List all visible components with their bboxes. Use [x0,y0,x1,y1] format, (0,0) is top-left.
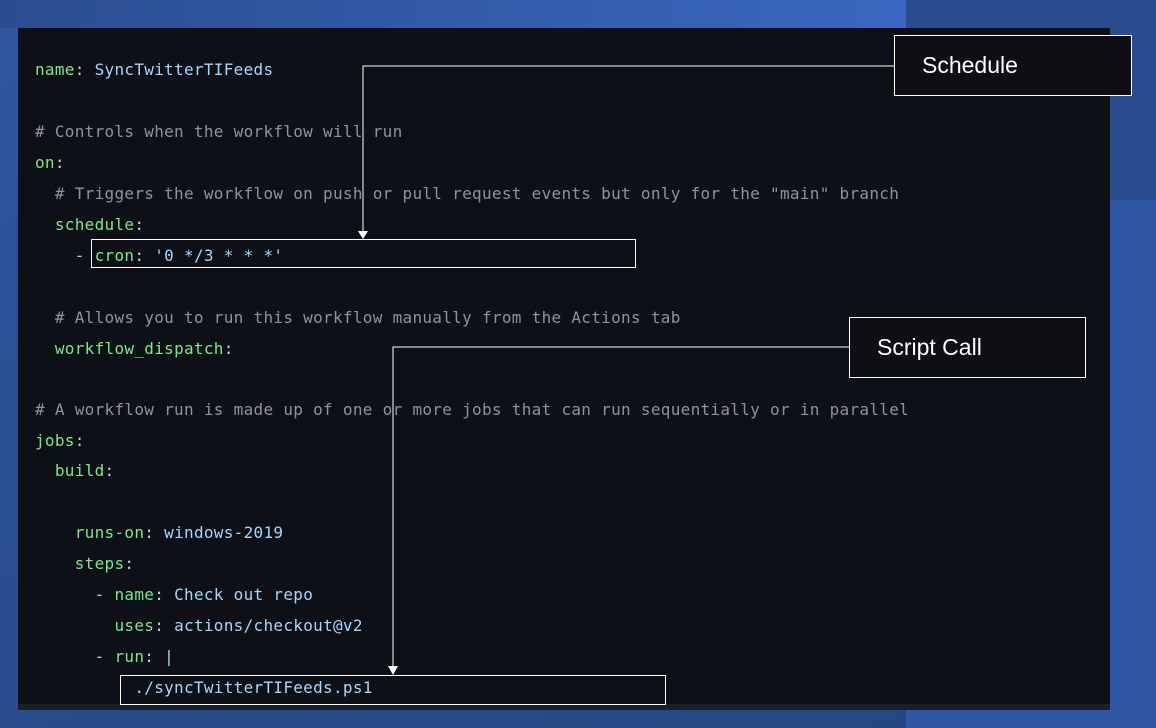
schedule-callout-label: Schedule [922,52,1018,78]
script-call-callout-label: Script Call [877,334,982,360]
script-call-arrowhead [388,666,398,675]
script-call-callout: Script Call [849,317,1086,378]
schedule-arrow [362,65,894,232]
script-call-arrow [392,346,849,667]
schedule-callout: Schedule [894,35,1132,96]
schedule-arrowhead [358,231,368,239]
